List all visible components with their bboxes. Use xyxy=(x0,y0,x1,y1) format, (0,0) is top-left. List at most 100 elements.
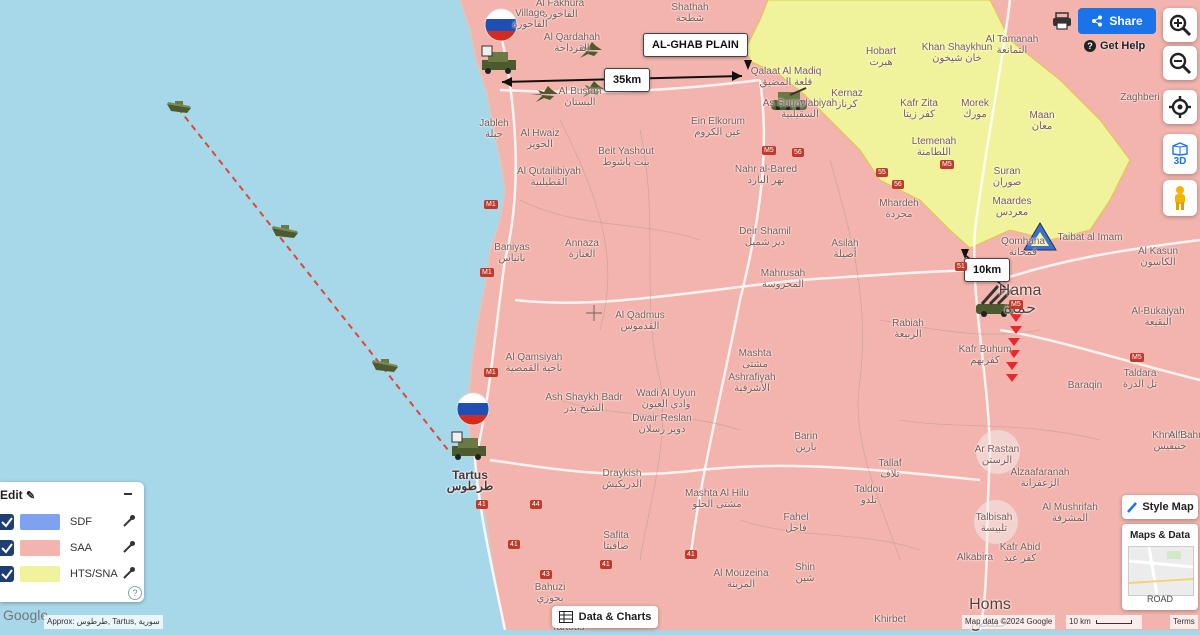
place-name: Village xyxy=(515,8,545,19)
place-name-arabic: صافيتا xyxy=(603,541,629,552)
place-name: Ein Elkorum xyxy=(691,116,745,127)
place-name: Beit Yashout xyxy=(598,146,654,157)
military-base-icon[interactable] xyxy=(448,430,490,460)
place-name-arabic: المحروسة xyxy=(761,279,805,290)
color-picker-icon[interactable] xyxy=(122,514,136,528)
street-view-button[interactable] xyxy=(1163,180,1197,216)
zoom-out-button[interactable] xyxy=(1163,46,1197,80)
road-shield: 41 xyxy=(685,550,697,559)
place-name-arabic: أصيلة xyxy=(833,249,857,260)
3d-button[interactable]: 3D xyxy=(1163,134,1197,174)
distance-10km-callout[interactable]: 10km xyxy=(964,258,1011,282)
get-help-label: Get Help xyxy=(1100,40,1146,52)
place-label: Mashta Al Hilu مشتى الحلو xyxy=(685,488,749,510)
place-name-arabic: مورك xyxy=(963,109,987,120)
place-label: Ein Elkorum عين الكروم xyxy=(691,116,745,138)
style-map-button[interactable]: Style Map xyxy=(1122,495,1198,519)
place-name: Talbisah xyxy=(975,512,1013,523)
place-label: Mahrusah المحروسة xyxy=(761,268,805,290)
checkbox-icon[interactable] xyxy=(0,540,14,556)
place-label: Suran صوران xyxy=(993,166,1022,188)
share-button[interactable]: Share xyxy=(1078,8,1156,34)
place-label: Hobart هبرت xyxy=(866,46,896,68)
place-name: Al Qutailibiyah xyxy=(517,166,581,177)
place-name: Al Qamsiyah xyxy=(505,352,563,363)
place-label: Jableh جبلة xyxy=(479,118,508,140)
color-picker-icon[interactable] xyxy=(122,540,136,554)
place-label: Al Qardahah القرداحة xyxy=(544,32,600,54)
warship-icon[interactable] xyxy=(270,222,300,240)
place-label: Al Qutailibiyah القطيلبية xyxy=(517,166,581,188)
checkbox-icon[interactable] xyxy=(0,566,14,582)
place-name-arabic: بانياس xyxy=(498,253,526,264)
place-name: As Suqaylabiyah xyxy=(762,98,838,109)
hts-sna-swatch xyxy=(20,566,60,582)
3d-label: 3D xyxy=(1173,155,1187,167)
locate-button[interactable] xyxy=(1163,90,1197,124)
legend-item-saa[interactable]: SAA xyxy=(0,538,144,558)
place-name: Taldara xyxy=(1123,368,1157,379)
place-name-arabic: وادي العيون xyxy=(641,399,691,410)
place-label: Mhardeh محردة xyxy=(879,198,918,220)
legend-label-sdf: SDF xyxy=(70,516,92,528)
place-label: Rabiah الربيعة xyxy=(892,318,924,340)
place-name: Morek xyxy=(961,98,989,109)
pencil-icon[interactable]: ✎ xyxy=(26,490,35,502)
place-name-arabic: كفر زيتا xyxy=(903,109,935,120)
legend-header[interactable]: Edit ✎ xyxy=(0,488,35,502)
place-label: Qomhana قمحانة xyxy=(1001,236,1045,258)
military-base-icon[interactable] xyxy=(478,44,520,74)
checkbox-icon[interactable] xyxy=(0,514,14,530)
place-label: Ash Shaykh Badr الشيخ بدر xyxy=(545,392,622,414)
place-name: Shathah xyxy=(671,2,709,13)
distance-35km-callout[interactable]: 35km xyxy=(604,68,651,92)
sdf-swatch xyxy=(20,514,60,530)
terms-link[interactable]: Terms xyxy=(1170,615,1198,629)
place-label: Alzaafaranah الزعفرانة xyxy=(1011,467,1070,489)
get-help-link[interactable]: ? Get Help xyxy=(1084,40,1145,52)
warship-icon[interactable] xyxy=(165,98,193,114)
zoom-in-button[interactable] xyxy=(1163,8,1197,42)
place-label: As Suqaylabiyah السقيلبية xyxy=(763,98,838,120)
scale-bar: 10 km xyxy=(1066,615,1142,629)
share-icon xyxy=(1092,15,1103,27)
place-name-arabic: نهر البارد xyxy=(747,175,785,186)
place-name-arabic: السقيلبية xyxy=(781,109,819,120)
al-ghab-plain-callout[interactable]: AL-GHAB PLAIN xyxy=(643,33,748,57)
place-name: Mashta xyxy=(738,348,772,359)
legend-item-hts-sna[interactable]: HTS/SNA xyxy=(0,564,144,584)
warship-icon[interactable] xyxy=(370,356,400,374)
place-label: Kafr Abid كفر عبد xyxy=(1000,542,1041,564)
place-name-arabic: دير شميل xyxy=(744,237,786,248)
place-name: Al Bahr xyxy=(1168,430,1200,441)
legend-help-icon[interactable]: ? xyxy=(128,586,142,600)
road-shield: M5 xyxy=(762,146,776,155)
aircraft-icon[interactable] xyxy=(528,84,560,104)
road-shield: 44 xyxy=(530,500,542,509)
data-charts-button[interactable]: Data & Charts xyxy=(552,606,658,628)
print-button[interactable] xyxy=(1050,10,1074,32)
place-name-arabic: الرستن xyxy=(981,455,1013,466)
road-shield: 41 xyxy=(600,560,612,569)
place-label: Al Qamsiyah ناحية القمصية xyxy=(506,352,563,374)
place-name: Qalaat Al Madiq xyxy=(750,66,822,77)
style-map-label: Style Map xyxy=(1142,501,1194,513)
brush-icon xyxy=(1127,502,1138,513)
collapse-icon[interactable] xyxy=(124,493,132,495)
place-name-arabic: كرناز xyxy=(836,99,858,110)
place-name: Ar Rastan xyxy=(974,444,1020,455)
place-name-arabic: ناحية القمصية xyxy=(505,363,563,374)
place-name-arabic: القرداحة xyxy=(554,43,590,54)
place-label: Ltemenah اللطامنة xyxy=(912,136,956,158)
place-name: Kafr Zita xyxy=(900,98,938,109)
maps-data-panel[interactable]: Maps & Data ROAD xyxy=(1122,524,1198,610)
place-name: Ashrafiyah xyxy=(728,372,776,383)
legend-item-sdf[interactable]: SDF xyxy=(0,512,144,532)
color-picker-icon[interactable] xyxy=(122,566,136,580)
place-label: Baniyas بانياس xyxy=(494,242,530,264)
place-label: Shin شين xyxy=(795,562,815,584)
road-map-thumbnail[interactable] xyxy=(1128,546,1194,596)
russia-flag-icon[interactable] xyxy=(456,392,490,426)
place-label: Tartus طرطوس xyxy=(447,469,494,492)
place-name: Alzaafaranah xyxy=(1010,467,1070,478)
